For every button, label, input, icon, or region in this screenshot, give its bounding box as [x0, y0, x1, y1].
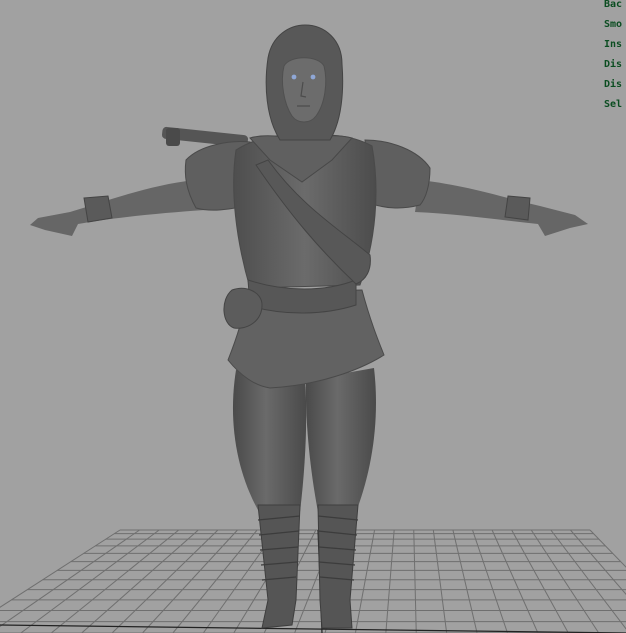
- character-model[interactable]: [30, 24, 588, 629]
- hud-line-backface: Bac: [604, 0, 623, 10]
- left-boot: [257, 504, 301, 629]
- 3d-viewport[interactable]: Bac Smo Ins Dis Dis Sel: [0, 0, 626, 633]
- ground-grid: [0, 529, 626, 633]
- right-arm: [415, 180, 588, 236]
- left-eye: [291, 74, 297, 80]
- right-eye: [310, 74, 316, 80]
- right-wrist-wrap: [504, 195, 531, 221]
- hud-line-smooth: Smo: [604, 19, 623, 30]
- hud-line-instance: Ins: [604, 39, 623, 50]
- left-wrist-wrap: [83, 195, 113, 223]
- left-trouser-leg: [232, 370, 307, 515]
- hud-line-select: Sel: [604, 99, 623, 110]
- right-trouser-leg: [305, 368, 376, 512]
- left-arm: [30, 180, 205, 236]
- hud-line-display-1: Dis: [604, 59, 623, 70]
- hud-line-display-2: Dis: [604, 79, 623, 90]
- scene-canvas[interactable]: [0, 0, 626, 633]
- grid-origin-axis: [0, 624, 626, 633]
- right-boot: [317, 504, 359, 629]
